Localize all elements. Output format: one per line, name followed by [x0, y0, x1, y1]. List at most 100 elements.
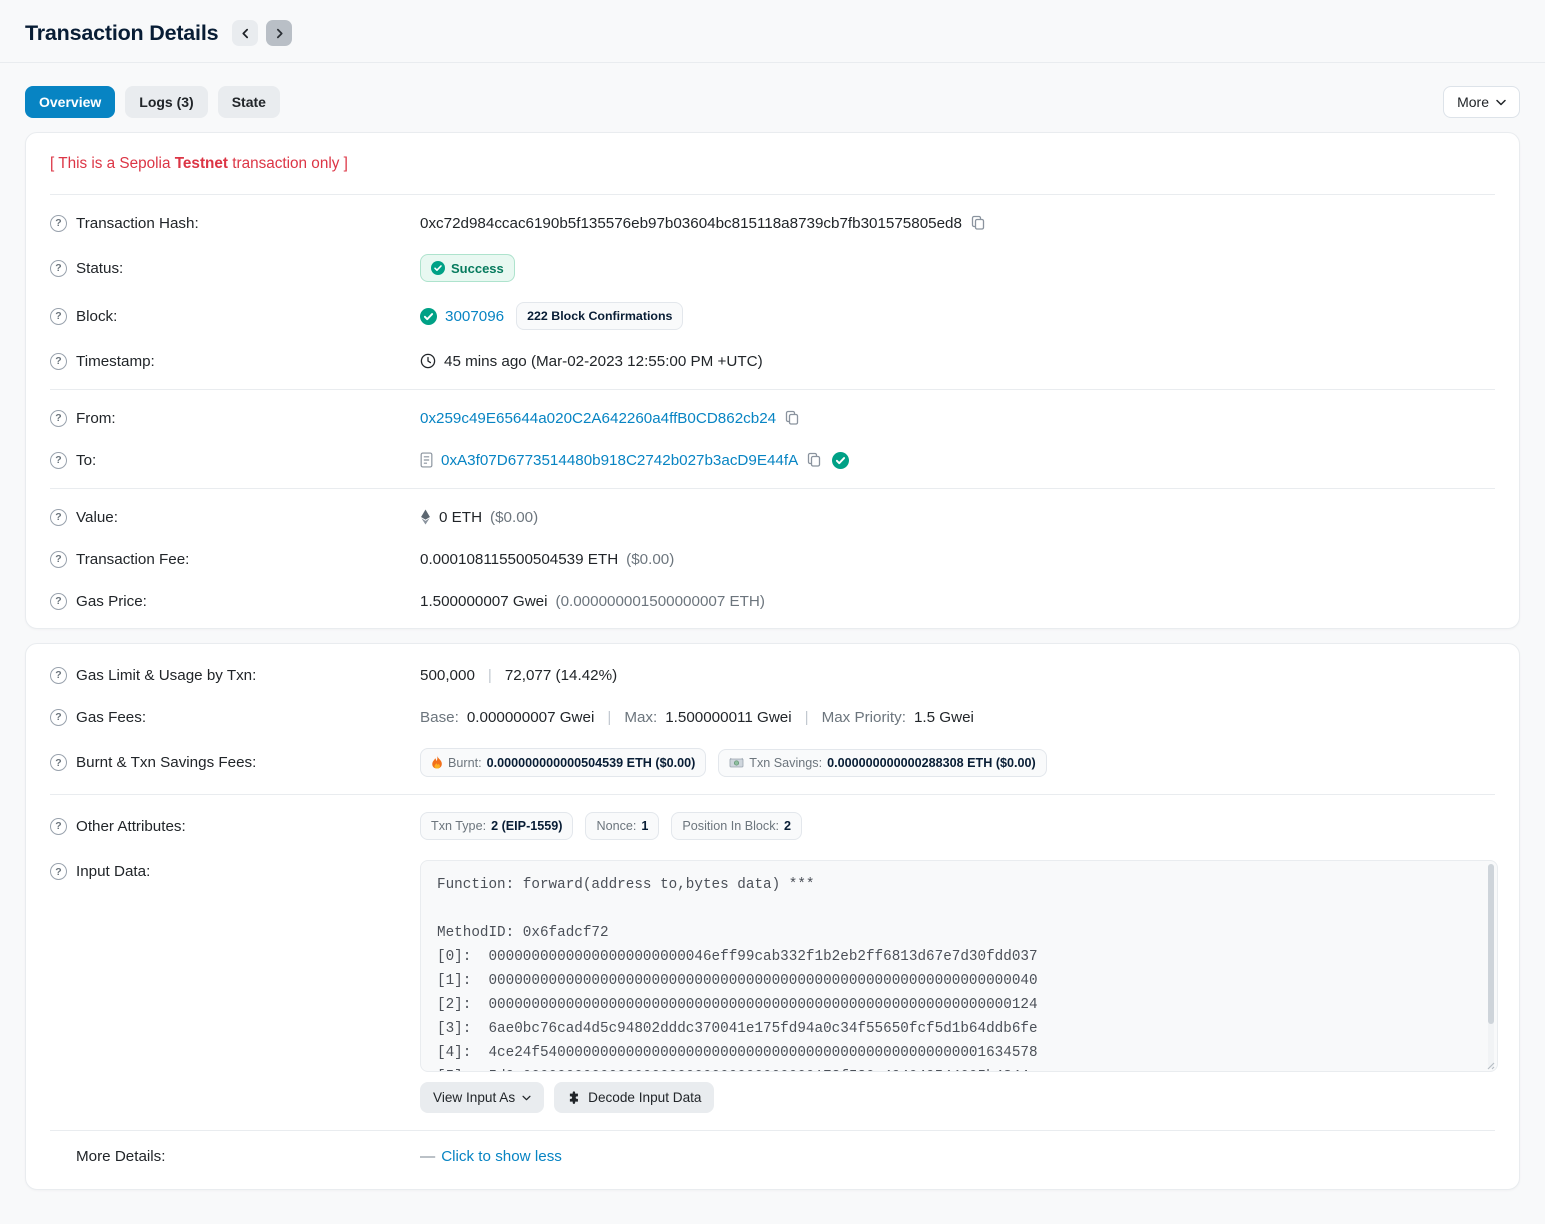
copy-icon [784, 410, 800, 426]
gas-price-gwei: 1.500000007 Gwei [420, 593, 548, 610]
help-icon[interactable]: ? [50, 754, 67, 771]
field-label: Gas Price: [76, 593, 147, 610]
value-usd: ($0.00) [490, 509, 538, 526]
row-burnt-savings: ? Burnt & Txn Savings Fees: Burnt: 0.000… [50, 738, 1495, 787]
status-text: Success [451, 261, 504, 276]
resize-grip-icon[interactable] [1483, 1057, 1495, 1069]
tab-state[interactable]: State [218, 86, 280, 118]
copy-from-address-button[interactable] [784, 410, 800, 426]
chevron-left-icon [240, 28, 251, 39]
separator: | [483, 667, 497, 684]
view-input-as-label: View Input As [433, 1090, 515, 1105]
field-label: Input Data: [76, 863, 150, 880]
scrollbar-thumb[interactable] [1488, 864, 1494, 1024]
tabs-row: Overview Logs (3) State More [0, 63, 1545, 132]
gas-limit-value: 500,000 [420, 667, 475, 684]
more-dropdown-button[interactable]: More [1443, 86, 1520, 118]
row-gas-limit-usage: ? Gas Limit & Usage by Txn: 500,000 | 72… [50, 654, 1495, 696]
txn-type-badge: Txn Type: 2 (EIP-1559) [420, 812, 573, 840]
tab-overview[interactable]: Overview [25, 86, 115, 118]
eth-diamond-icon [420, 509, 431, 525]
row-timestamp: ? Timestamp: 45 mins ago (Mar-02-2023 12… [50, 340, 1495, 382]
separator: | [602, 709, 616, 726]
row-status: ? Status: Success [50, 244, 1495, 292]
previous-txn-button[interactable] [232, 20, 258, 46]
row-block: ? Block: 3007096 222 Block Confirmations [50, 292, 1495, 340]
page-header: Transaction Details [0, 0, 1545, 62]
dash: — [420, 1148, 435, 1165]
txn-type-label: Txn Type: [431, 819, 486, 833]
separator: | [800, 709, 814, 726]
puzzle-icon [567, 1091, 581, 1105]
help-icon[interactable]: ? [50, 215, 67, 232]
position-label: Position In Block: [682, 819, 779, 833]
field-label: From: [76, 410, 116, 427]
divider [50, 1130, 1495, 1131]
decode-input-data-label: Decode Input Data [588, 1090, 701, 1105]
help-icon[interactable]: ? [50, 551, 67, 568]
row-input-data: ? Input Data: Function: forward(address … [50, 850, 1495, 1123]
fee-amount: 0.000108115500504539 ETH [420, 551, 618, 568]
input-data-scrollbar[interactable] [1488, 864, 1494, 1068]
chevron-right-icon [274, 28, 285, 39]
help-icon[interactable]: ? [50, 593, 67, 610]
to-address-link[interactable]: 0xA3f07D6773514480b918C2742b027b3acD9E44… [441, 452, 798, 469]
field-label: Timestamp: [76, 353, 155, 370]
help-icon[interactable]: ? [50, 667, 67, 684]
input-data-line: [3]: 6ae0bc76cad4d5c94802dddc370041e175f… [437, 1017, 1481, 1041]
verified-contract-check-icon [832, 452, 849, 469]
help-icon[interactable]: ? [50, 260, 67, 277]
input-data-line: [1]: 00000000000000000000000000000000000… [437, 969, 1481, 993]
input-data-actions: View Input As Decode Input Data [420, 1082, 714, 1113]
field-label: Other Attributes: [76, 818, 186, 835]
notice-suffix: transaction only ] [228, 155, 348, 172]
flame-icon [431, 755, 443, 770]
field-label: Gas Fees: [76, 709, 146, 726]
input-data-line: MethodID: 0x6fadcf72 [437, 921, 1481, 945]
field-label: Value: [76, 509, 118, 526]
gas-usage-value: 72,077 (14.42%) [505, 667, 617, 684]
copy-hash-button[interactable] [970, 215, 986, 231]
field-label: To: [76, 452, 96, 469]
txn-nav [232, 20, 292, 46]
clock-icon [420, 353, 436, 369]
more-label: More [1457, 94, 1489, 110]
view-input-as-button[interactable]: View Input As [420, 1082, 544, 1113]
burnt-label: Burnt: [448, 756, 482, 770]
page-title: Transaction Details [25, 21, 218, 46]
base-fee-value: 0.000000007 Gwei [467, 709, 595, 726]
divider [50, 794, 1495, 795]
notice-emphasis: Testnet [175, 155, 228, 172]
help-icon[interactable]: ? [50, 818, 67, 835]
field-label: Gas Limit & Usage by Txn: [76, 667, 256, 684]
txn-savings-label: Txn Savings: [749, 756, 822, 770]
divider [50, 488, 1495, 489]
help-icon[interactable]: ? [50, 509, 67, 526]
row-gas-fees: ? Gas Fees: Base: 0.000000007 Gwei | Max… [50, 696, 1495, 738]
input-data-line: [2]: 00000000000000000000000000000000000… [437, 993, 1481, 1017]
input-data-line: [4]: 4ce24f54000000000000000000000000000… [437, 1041, 1481, 1065]
show-less-link[interactable]: Click to show less [441, 1148, 562, 1165]
chevron-down-icon [522, 1095, 531, 1101]
row-transaction-hash: ? Transaction Hash: 0xc72d984ccac6190b5f… [50, 202, 1495, 244]
input-data-box[interactable]: Function: forward(address to,bytes data)… [420, 860, 1498, 1072]
burnt-fees-badge: Burnt: 0.000000000000504539 ETH ($0.00) [420, 748, 706, 777]
help-icon[interactable]: ? [50, 863, 67, 880]
max-fee-label: Max: [624, 709, 657, 726]
decode-input-data-button[interactable]: Decode Input Data [554, 1082, 714, 1113]
row-other-attributes: ? Other Attributes: Txn Type: 2 (EIP-155… [50, 802, 1495, 850]
cash-icon [729, 757, 744, 769]
row-gas-price: ? Gas Price: 1.500000007 Gwei (0.0000000… [50, 580, 1495, 622]
help-icon[interactable]: ? [50, 353, 67, 370]
copy-to-address-button[interactable] [806, 452, 822, 468]
tab-logs[interactable]: Logs (3) [125, 86, 207, 118]
next-txn-button[interactable] [266, 20, 292, 46]
max-priority-fee-value: 1.5 Gwei [914, 709, 974, 726]
help-icon[interactable]: ? [50, 308, 67, 325]
burnt-value: 0.000000000000504539 ETH ($0.00) [487, 756, 696, 770]
help-icon[interactable]: ? [50, 410, 67, 427]
from-address-link[interactable]: 0x259c49E65644a020C2A642260a4ffB0CD862cb… [420, 410, 776, 427]
help-icon[interactable]: ? [50, 452, 67, 469]
block-number-link[interactable]: 3007096 [445, 308, 504, 325]
help-icon[interactable]: ? [50, 709, 67, 726]
